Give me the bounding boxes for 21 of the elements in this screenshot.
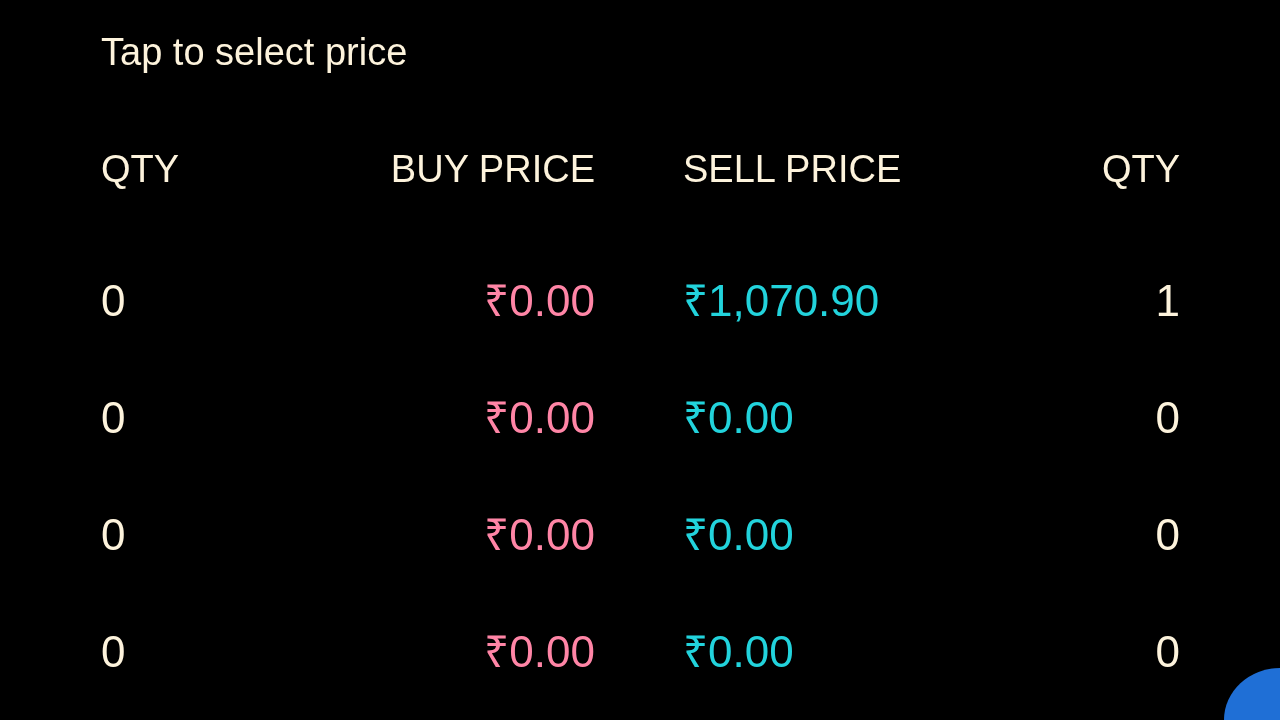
quantity-cell: 1 xyxy=(1155,276,1180,327)
buy-price-cell[interactable]: ₹0.00 xyxy=(484,627,595,678)
quantity-cell: 0 xyxy=(1155,627,1180,678)
quantity-cell: 0 xyxy=(101,510,126,561)
sell-price-cell[interactable]: ₹0.00 xyxy=(683,510,794,561)
sell-price-cell[interactable]: ₹0.00 xyxy=(683,627,794,678)
quantity-cell: 0 xyxy=(1155,510,1180,561)
column-header: QTY xyxy=(101,148,180,192)
column-header: BUY PRICE xyxy=(390,148,595,192)
sell-price-cell[interactable]: ₹0.00 xyxy=(683,393,794,444)
hint-text: Tap to select price xyxy=(101,30,408,75)
column-header: QTY xyxy=(1101,148,1180,192)
buy-price-cell[interactable]: ₹0.00 xyxy=(484,276,595,327)
sell-price-cell[interactable]: ₹1,070.90 xyxy=(683,276,880,327)
quantity-cell: 0 xyxy=(101,276,126,327)
buy-price-cell[interactable]: ₹0.00 xyxy=(484,510,595,561)
buy-price-cell[interactable]: ₹0.00 xyxy=(484,393,595,444)
column-header: SELL PRICE xyxy=(683,148,902,192)
quantity-cell: 0 xyxy=(1155,393,1180,444)
quantity-cell: 0 xyxy=(101,393,126,444)
quantity-cell: 0 xyxy=(101,627,126,678)
